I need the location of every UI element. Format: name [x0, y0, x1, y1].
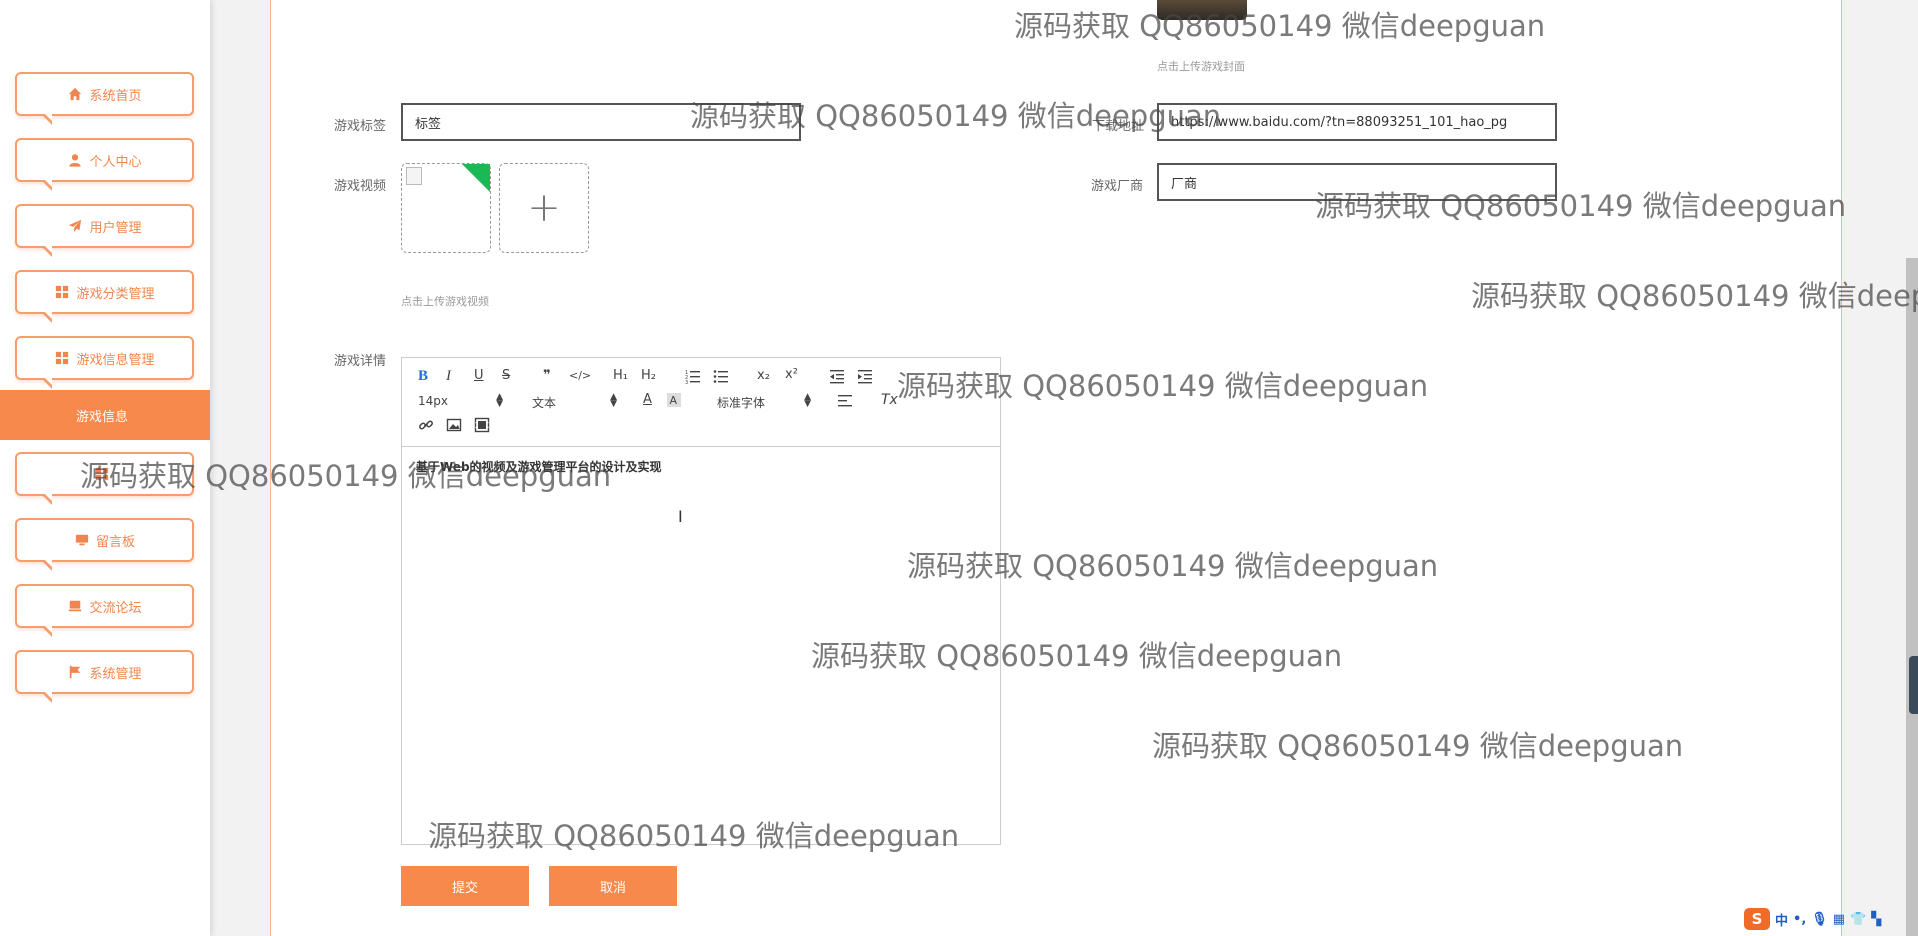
ime-toolbar: S 中 •, 🎙 ▦ 👕 ▚ [1744, 907, 1881, 931]
monitor-icon [67, 598, 83, 614]
italic-button[interactable]: I [446, 368, 451, 385]
sidebar-item-label: 系统首页 [89, 88, 142, 104]
download-label: 下载地址 [1092, 119, 1145, 134]
sidebar-item-system[interactable]: 系统管理 [15, 650, 194, 703]
paragraph-value: 文本 [532, 396, 557, 410]
indent-icon[interactable] [857, 368, 873, 384]
image-icon[interactable] [446, 417, 462, 433]
plus-icon: + [527, 185, 561, 231]
paragraph-select[interactable]: 文本 ▲ ▼ [532, 392, 617, 411]
bold-button[interactable]: B [418, 368, 428, 385]
sidebar-item-label: 游戏信息管理 [76, 352, 155, 368]
sidebar-item-label: 用户管理 [89, 220, 142, 236]
sidebar-item-game-category[interactable]: 游戏分类管理 [15, 270, 194, 323]
editor-content-text: 基于Web的视频及游戏管理平台的设计及实现 [416, 460, 662, 474]
sidebar-item-hidden[interactable] [15, 452, 194, 505]
keyboard-icon[interactable]: ▦ [1833, 912, 1845, 927]
sidebar-item-profile[interactable]: 个人中心 [15, 138, 194, 191]
tag-label: 游戏标签 [334, 119, 387, 134]
sidebar-item-game-info[interactable]: 游戏信息管理 [15, 336, 194, 389]
home-icon [67, 86, 83, 102]
sidebar-item-label: 系统管理 [89, 666, 142, 682]
editor-toolbar: B I U S ❞ </> H₁ H₂ 123 x₂ x² 14px ▲ ▼ 文本 ▲… [402, 358, 1000, 447]
superscript-button[interactable]: x² [785, 367, 798, 382]
video-icon[interactable] [474, 417, 490, 433]
cancel-button[interactable]: 取消 [549, 866, 677, 906]
font-family-value: 标准字体 [717, 396, 766, 410]
blockquote-button[interactable]: ❞ [543, 368, 551, 383]
sidebar-item-label: 个人中心 [89, 154, 142, 170]
svg-text:3: 3 [685, 380, 688, 384]
outdent-icon[interactable] [829, 368, 845, 384]
font-family-select[interactable]: 标准字体 ▲ ▼ [717, 392, 811, 411]
download-url-input[interactable]: https://www.baidu.com/?tn=88093251_101_h… [1157, 103, 1557, 141]
text-cursor-icon: I [678, 507, 683, 526]
subscript-button[interactable]: x₂ [757, 368, 770, 383]
floating-side-tab[interactable] [1909, 656, 1918, 714]
video-thumbnail[interactable] [401, 163, 491, 253]
flag-icon [67, 664, 83, 680]
sidebar-item-users[interactable]: 用户管理 [15, 204, 194, 257]
select-arrow-icon: ▲ ▼ [496, 392, 503, 409]
sidebar-item-label: 交流论坛 [89, 600, 142, 616]
video-upload-button[interactable]: + [499, 163, 589, 253]
ime-language-toggle[interactable]: 中 [1775, 910, 1788, 929]
ime-logo-icon[interactable]: S [1744, 908, 1770, 930]
tag-input[interactable]: 标签 [401, 103, 801, 141]
vendor-label: 游戏厂商 [1091, 179, 1144, 194]
font-size-select[interactable]: 14px ▲ ▼ [418, 392, 503, 409]
sidebar-item-message-board[interactable]: 留言板 [15, 518, 194, 571]
punctuation-icon[interactable]: •, [1793, 912, 1806, 927]
monitor-icon [74, 532, 90, 548]
grid-icon [54, 350, 70, 366]
sidebar: 系统首页 个人中心 用户管理 游戏分类管理 游戏信息管理 游戏信息 留言板 交流… [0, 0, 210, 936]
cover-upload-hint[interactable]: 点击上传游戏封面 [1157, 58, 1245, 74]
font-size-value: 14px [418, 394, 448, 408]
link-icon[interactable] [418, 417, 434, 433]
underline-button[interactable]: U [474, 368, 484, 383]
code-block-button[interactable]: </> [569, 369, 591, 382]
font-color-button[interactable]: A [643, 392, 652, 407]
ordered-list-icon[interactable]: 123 [685, 368, 701, 384]
svg-text:A: A [670, 394, 678, 407]
grid-icon [94, 466, 110, 482]
toolbox-icon[interactable]: ▚ [1871, 912, 1881, 927]
sidebar-item-label: 游戏分类管理 [76, 286, 155, 302]
shirt-icon[interactable]: 👕 [1850, 912, 1866, 927]
page-scrollbar[interactable] [1906, 258, 1918, 936]
sidebar-item-label: 留言板 [95, 534, 135, 550]
h1-button[interactable]: H₁ [613, 368, 628, 383]
selected-corner-icon [462, 164, 490, 192]
sidebar-item-forum[interactable]: 交流论坛 [15, 584, 194, 637]
rich-text-editor: B I U S ❞ </> H₁ H₂ 123 x₂ x² 14px ▲ ▼ 文本 ▲… [401, 357, 1001, 845]
background-color-icon[interactable]: A [666, 392, 682, 408]
sidebar-subitem-game-info[interactable]: 游戏信息 [0, 390, 210, 440]
strike-button[interactable]: S [502, 368, 510, 383]
broken-image-icon [406, 167, 422, 185]
grid-icon [54, 284, 70, 300]
microphone-icon[interactable]: 🎙 [1811, 912, 1828, 927]
video-upload-hint[interactable]: 点击上传游戏视频 [401, 293, 489, 309]
select-arrow-icon: ▲ ▼ [804, 392, 811, 409]
select-arrow-icon: ▲ ▼ [610, 392, 617, 409]
video-label: 游戏视频 [334, 179, 387, 194]
submit-button[interactable]: 提交 [401, 866, 529, 906]
user-icon [67, 152, 83, 168]
h2-button[interactable]: H₂ [641, 368, 656, 383]
clean-format-button[interactable]: Tx [881, 392, 898, 408]
sidebar-item-home[interactable]: 系统首页 [15, 72, 194, 125]
bullet-list-icon[interactable] [713, 368, 729, 384]
vendor-input[interactable]: 厂商 [1157, 163, 1557, 201]
cover-image[interactable] [1157, 0, 1247, 20]
editor-content-area[interactable]: 基于Web的视频及游戏管理平台的设计及实现 [402, 446, 1000, 844]
send-icon [67, 218, 83, 234]
align-icon[interactable] [837, 393, 853, 409]
detail-label: 游戏详情 [334, 354, 387, 369]
